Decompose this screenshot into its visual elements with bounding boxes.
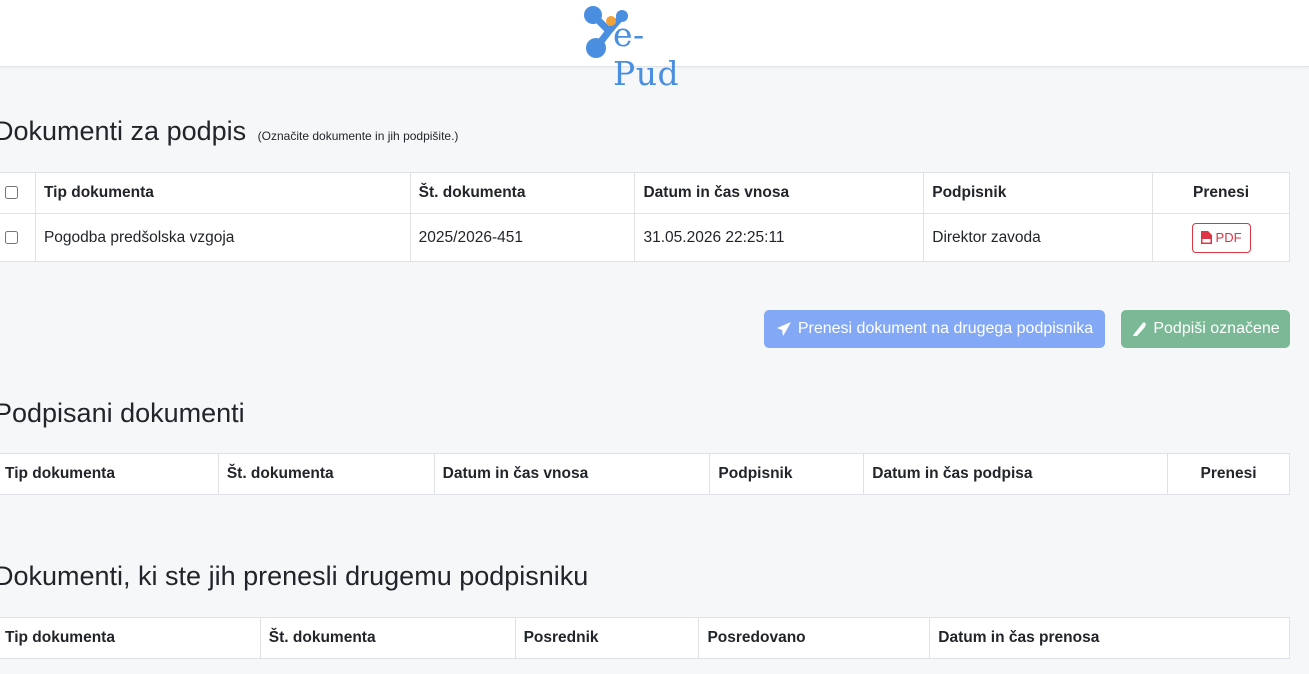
entry-datetime-cell: 31.05.2026 22:25:11 (634, 213, 925, 262)
sign-selected-button[interactable]: Podpiši označene (1121, 310, 1290, 348)
column-header: Datum in čas prenosa (929, 617, 1290, 659)
column-header: Podpisnik (923, 172, 1154, 214)
top-bar: e-Pud (0, 0, 1309, 93)
column-header: Posrednik (514, 617, 700, 659)
download-pdf-button[interactable]: PDF (1191, 222, 1251, 253)
transferred-table: Tip dokumenta Št. dokumenta Posrednik Po… (0, 617, 1290, 659)
signed-table: Tip dokumenta Št. dokumenta Datum in čas… (0, 453, 1290, 495)
column-header: Št. dokumenta (259, 617, 516, 659)
column-header: Prenesi (1167, 453, 1290, 495)
column-header: Št. dokumenta (217, 453, 435, 495)
paper-plane-icon (776, 322, 791, 336)
table-header-row: Tip dokumenta Št. dokumenta Datum in čas… (0, 172, 1290, 214)
table-header-row: Tip dokumenta Št. dokumenta Posrednik Po… (0, 617, 1290, 659)
select-all-checkbox[interactable] (5, 186, 18, 200)
transfer-document-button[interactable]: Prenesi dokument na drugega podpisnika (764, 310, 1105, 348)
signer-cell: Direktor zavoda (923, 213, 1154, 262)
column-header: Št. dokumenta (409, 172, 636, 214)
table-header-row: Tip dokumenta Št. dokumenta Datum in čas… (0, 453, 1290, 495)
column-header: Podpisnik (709, 453, 865, 495)
row-checkbox[interactable] (5, 230, 18, 244)
column-header: Datum in čas podpisa (863, 453, 1169, 495)
document-type-cell: Pogodba predšolska vzgoja (34, 213, 411, 262)
logo[interactable]: e-Pud (583, 4, 703, 93)
column-header: Datum in čas vnosa (634, 172, 925, 214)
download-cell: PDF (1152, 213, 1290, 262)
row-select-cell (0, 213, 36, 262)
column-header: Tip dokumenta (34, 172, 411, 214)
column-header: Datum in čas vnosa (433, 453, 711, 495)
pdf-label: PDF (1215, 230, 1242, 245)
transfer-button-label: Prenesi dokument na drugega podpisnika (797, 320, 1094, 337)
signature-pen-icon (1133, 322, 1147, 336)
column-header: Tip dokumenta (0, 617, 261, 659)
table-row: Pogodba predšolska vzgoja 2025/2026-451 … (0, 213, 1290, 262)
signed-title: Podpisani dokumenti (0, 398, 245, 428)
logo-text: e-Pud (613, 15, 680, 93)
document-number-cell: 2025/2026-451 (409, 213, 636, 262)
section-title-to-sign: Dokumenti za podpis (Označite dokumente … (0, 116, 458, 147)
pdf-file-icon (1200, 231, 1212, 244)
to-sign-hint: (Označite dokumente in jih podpišite.) (257, 129, 459, 143)
transferred-title: Dokumenti, ki ste jih prenesli drugemu p… (0, 561, 589, 591)
select-all-cell (0, 172, 36, 214)
column-header: Prenesi (1152, 172, 1290, 214)
column-header: Tip dokumenta (0, 453, 219, 495)
sign-button-label: Podpiši označene (1153, 320, 1280, 337)
column-header: Posredovano (698, 617, 931, 659)
to-sign-table: Tip dokumenta Št. dokumenta Datum in čas… (0, 172, 1290, 262)
to-sign-title: Dokumenti za podpis (0, 116, 247, 146)
